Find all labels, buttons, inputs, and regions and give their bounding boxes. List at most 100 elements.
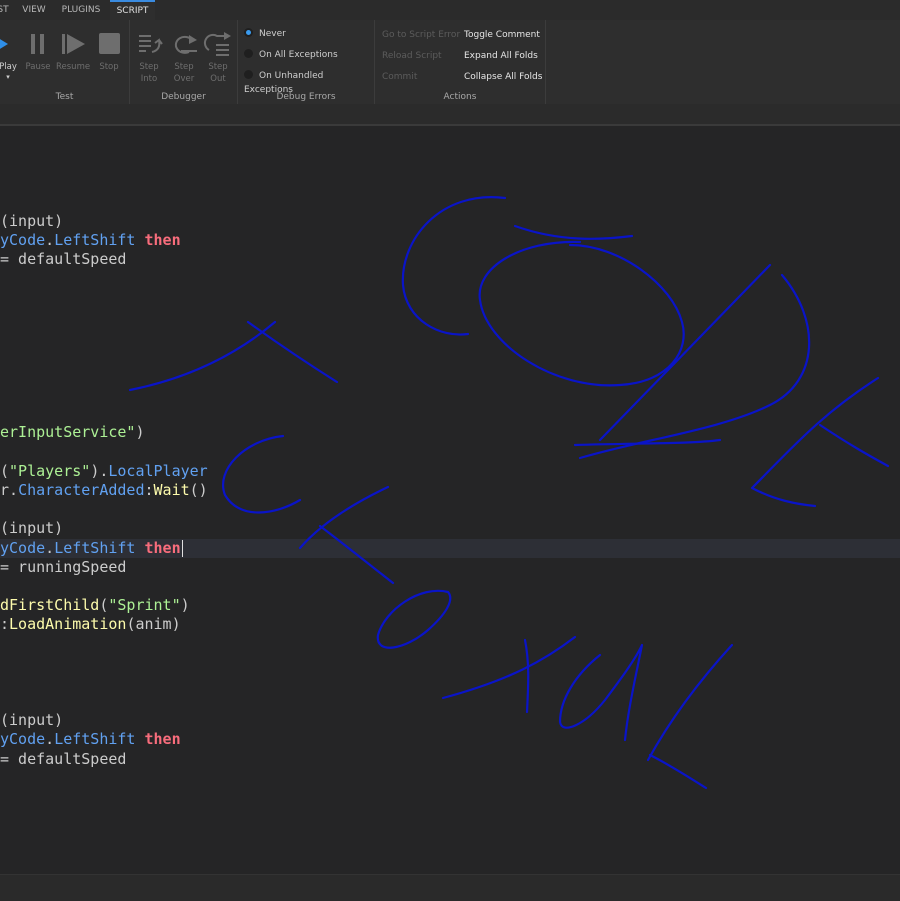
step-out-icon (201, 30, 235, 58)
code-token: (anim) (126, 615, 181, 633)
never-label: Never (259, 29, 286, 39)
code-line[interactable]: ("Players").LocalPlayer (0, 462, 208, 481)
resume-icon (56, 30, 90, 58)
tab-view[interactable]: VIEW (18, 0, 50, 20)
step-into-label-2: Into (140, 74, 158, 84)
code-line[interactable]: = defaultSpeed (0, 250, 126, 269)
code-line[interactable]: = runningSpeed (0, 558, 126, 577)
code-token: ) (180, 596, 190, 614)
code-token: LocalPlayer (108, 462, 208, 480)
code-token: "Players" (9, 462, 91, 480)
debug-errors-group: Never On All Exceptions On Unhandled Exc… (238, 20, 375, 104)
step-out-label-1: Step (208, 62, 228, 72)
expand-all-folds-button[interactable]: Expand All Folds (464, 49, 538, 63)
debug-errors-never-option[interactable]: Never (244, 27, 286, 41)
code-token: (input) (0, 519, 64, 537)
code-line[interactable]: r.CharacterAdded:Wait() (0, 481, 208, 500)
code-line[interactable]: erInputService") (0, 423, 145, 442)
script-tab-strip (0, 104, 900, 126)
code-token: LoadAnimation (9, 615, 127, 633)
all-exceptions-label: On All Exceptions (259, 50, 338, 60)
test-group: Play ▾ Pause Resume Stop Test (0, 20, 130, 104)
code-token: ( (0, 462, 10, 480)
code-token: ) (135, 423, 145, 441)
play-button[interactable]: Play ▾ (0, 30, 20, 81)
radio-icon[interactable] (244, 70, 253, 79)
debugger-group: Step Into Step Over Step Out Debugger (130, 20, 238, 104)
status-bar (0, 874, 900, 901)
radio-icon[interactable] (244, 49, 253, 58)
code-line[interactable]: yCode.LeftShift then (0, 539, 181, 558)
code-line[interactable]: dFirstChild("Sprint") (0, 596, 190, 615)
stop-icon (92, 30, 126, 58)
code-token: . (45, 539, 55, 557)
code-token: then (144, 539, 181, 557)
chevron-down-icon[interactable]: ▾ (0, 73, 23, 81)
stop-button[interactable]: Stop (92, 30, 126, 73)
resume-button[interactable]: Resume (56, 30, 90, 73)
code-line[interactable]: yCode.LeftShift then (0, 231, 181, 250)
debug-errors-unhandled-option[interactable]: On Unhandled Exceptions (244, 69, 374, 95)
code-line[interactable]: (input) (0, 212, 63, 231)
tab-test[interactable]: ST (0, 0, 10, 20)
code-token: "Sprint" (108, 596, 181, 614)
tab-plugins[interactable]: PLUGINS (56, 0, 106, 20)
go-to-script-error-button[interactable]: Go to Script Error (382, 28, 460, 42)
code-token: then (144, 231, 181, 249)
code-token: Wait (153, 481, 190, 499)
code-line[interactable]: = defaultSpeed (0, 750, 126, 769)
code-token: erInputService" (0, 423, 136, 441)
step-over-button[interactable]: Step Over (167, 30, 201, 85)
code-token: yCode (0, 231, 46, 249)
radio-selected-icon[interactable] (244, 28, 253, 37)
code-token: r. (0, 481, 19, 499)
code-token: then (144, 730, 181, 748)
code-line[interactable]: (input) (0, 519, 63, 538)
step-into-button[interactable]: Step Into (132, 30, 166, 85)
ribbon-tab-bar: ST VIEW PLUGINS SCRIPT (0, 0, 900, 21)
code-token: ). (90, 462, 109, 480)
play-icon (0, 30, 20, 58)
pause-icon (21, 30, 55, 58)
code-editor[interactable]: (input) yCode.LeftShift then = defaultSpee… (0, 126, 900, 874)
test-group-label: Test (55, 92, 74, 102)
actions-group-label: Actions (443, 92, 477, 102)
step-out-label-2: Out (210, 74, 226, 84)
code-line[interactable]: :LoadAnimation(anim) (0, 615, 181, 634)
debugger-group-label: Debugger (161, 92, 206, 102)
code-token: LeftShift (54, 730, 136, 748)
reload-script-button[interactable]: Reload Script (382, 49, 442, 63)
code-token: = defaultSpeed (0, 750, 127, 768)
ribbon: Play ▾ Pause Resume Stop Test Step Into … (0, 20, 900, 104)
code-token: = defaultSpeed (0, 250, 127, 268)
code-token: dFirstChild (0, 596, 100, 614)
debug-errors-group-label: Debug Errors (276, 92, 336, 102)
commit-button[interactable]: Commit (382, 70, 417, 84)
code-token: (input) (0, 212, 64, 230)
code-token: . (45, 730, 55, 748)
collapse-all-folds-button[interactable]: Collapse All Folds (464, 70, 542, 84)
step-into-icon (132, 30, 166, 58)
step-out-button[interactable]: Step Out (201, 30, 235, 85)
step-over-icon (167, 30, 201, 58)
step-into-label-1: Step (139, 62, 159, 72)
step-over-label-1: Step (174, 62, 194, 72)
code-token: yCode (0, 730, 46, 748)
debug-errors-all-exceptions-option[interactable]: On All Exceptions (244, 48, 338, 62)
pause-button[interactable]: Pause (21, 30, 55, 73)
code-token: : (144, 481, 154, 499)
actions-group: Go to Script Error Reload Script Commit … (375, 20, 546, 104)
code-token: (input) (0, 711, 64, 729)
tab-script[interactable]: SCRIPT (110, 0, 155, 20)
code-line[interactable]: (input) (0, 711, 63, 730)
resume-label: Resume (56, 62, 91, 72)
code-line[interactable]: yCode.LeftShift then (0, 730, 181, 749)
stop-label: Stop (99, 62, 119, 72)
step-over-label-2: Over (173, 74, 195, 84)
play-label: Play (0, 62, 17, 72)
code-token: LeftShift (54, 231, 136, 249)
toggle-comment-button[interactable]: Toggle Comment (464, 28, 540, 42)
